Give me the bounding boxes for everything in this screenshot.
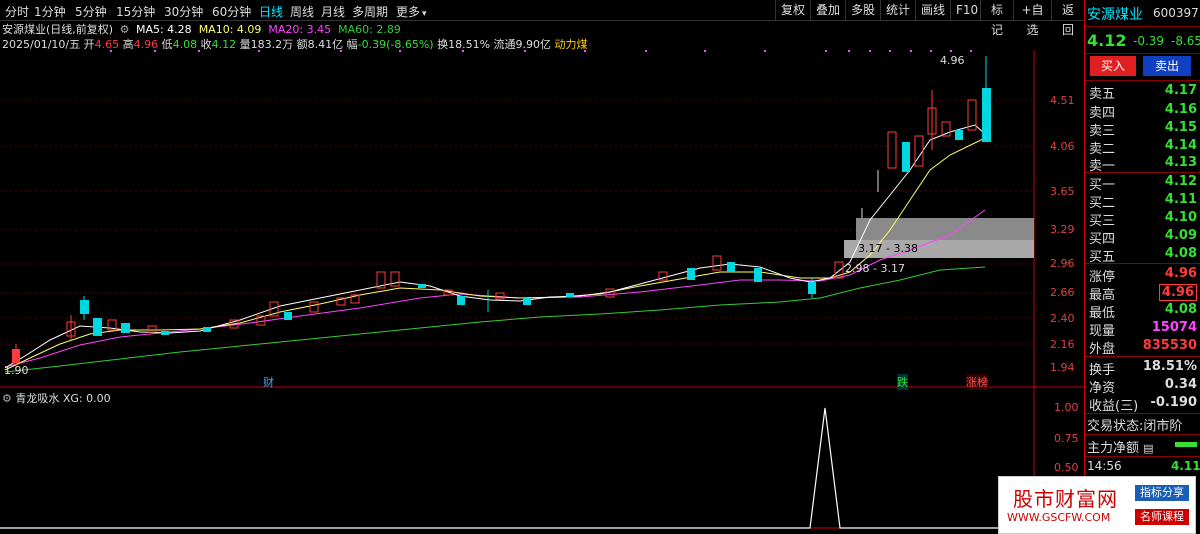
indicator-line (0, 407, 1034, 529)
chevron-down-icon: ▾ (422, 9, 427, 19)
tab-weekly[interactable]: 周线 (290, 3, 314, 20)
ad-tag-course[interactable]: 名师课程 (1135, 509, 1189, 525)
tag-die[interactable]: 跌 (897, 374, 908, 390)
buy-button[interactable]: 买入 (1090, 56, 1136, 76)
ad-url: WWW.GSCFW.COM (1007, 511, 1111, 524)
indicator-tick: 0.50 (1054, 461, 1079, 474)
kline-chart[interactable] (0, 50, 1084, 532)
tab-60min[interactable]: 60分钟 (212, 3, 251, 20)
ma10-line (4, 137, 986, 371)
stock-code: 600397 (1153, 6, 1199, 20)
tab-minute-realtime[interactable]: 分时 (5, 3, 29, 20)
indicator-tick: 0.75 (1054, 432, 1079, 445)
period-toolbar: 分时 1分钟 5分钟 15分钟 30分钟 60分钟 日线 周线 月线 多周期 更… (0, 0, 1084, 37)
tab-1min[interactable]: 1分钟 (34, 3, 66, 20)
button-multi-stock[interactable]: 多股 (845, 0, 880, 20)
button-add-watchlist[interactable]: +自选 (1013, 0, 1051, 37)
ma20-label: MA20: 3.45 (268, 23, 332, 36)
price-tick: 2.96 (1050, 257, 1075, 270)
indicator-value: XG: 0.00 (62, 392, 111, 405)
price-tick: 3.65 (1050, 185, 1075, 198)
gap1-label: 3.17 - 3.38 (858, 242, 918, 255)
stat-turnover: 换手 18.51% (1089, 359, 1197, 378)
button-adjust[interactable]: 复权 (775, 0, 810, 20)
tab-monthly[interactable]: 月线 (321, 3, 345, 20)
ad-tag-indicator[interactable]: 指标分享 (1135, 485, 1189, 501)
tag-cai[interactable]: 财 (263, 374, 274, 390)
gap2-label: 2.98 - 3.17 (845, 262, 905, 275)
price-tick: 2.66 (1050, 286, 1075, 299)
stock-name: 安源煤业 (1087, 7, 1143, 23)
settings-gear-icon[interactable]: ⚙ (2, 392, 12, 405)
ad-site-name: 股市财富网 (1013, 487, 1118, 511)
bid-row-5: 买五 4.08 (1089, 246, 1197, 265)
tab-15min[interactable]: 15分钟 (116, 3, 155, 20)
watermark-ad[interactable]: 股市财富网 指标分享 WWW.GSCFW.COM 名师课程 (998, 476, 1196, 534)
ma5-label: MA5: 4.28 (135, 23, 192, 36)
list-icon: ▤ (1143, 442, 1154, 455)
tab-multi-period[interactable]: 多周期 (352, 3, 388, 20)
tick-time: 14:56 (1087, 459, 1122, 473)
price-tick: 2.16 (1050, 338, 1075, 351)
main-net-bar (1175, 442, 1197, 447)
high-mark-label: 4.96 (940, 54, 965, 67)
stat-net-assets: 净资 0.34 (1089, 377, 1197, 396)
indicator-name[interactable]: 青龙吸水 (15, 392, 59, 405)
indicator-header: ⚙ 青龙吸水 XG: 0.00 (2, 390, 111, 406)
price-tick: 2.40 (1050, 312, 1075, 325)
stat-outer: 外盘 835530 (1089, 338, 1197, 357)
ask-row-4: 卖四 4.16 (1089, 102, 1197, 121)
tab-30min[interactable]: 30分钟 (164, 3, 203, 20)
price-tick: 4.51 (1050, 94, 1075, 107)
stat-limit-up: 涨停 4.96 (1089, 266, 1197, 285)
price-tick: 4.06 (1050, 140, 1075, 153)
stat-eps: 收益(三) -0.190 (1089, 395, 1197, 414)
signal-dots (110, 50, 972, 52)
price-tick: 1.94 (1050, 361, 1075, 374)
trade-status: 交易状态:闭市阶 (1087, 419, 1183, 434)
button-f10[interactable]: F10 (950, 0, 980, 20)
tick-price: 4.11 (1171, 459, 1200, 473)
bid-row-2: 买二 4.11 (1089, 192, 1197, 211)
button-back[interactable]: 返回 (1051, 0, 1084, 37)
bid-row-3: 买三 4.10 (1089, 210, 1197, 229)
bid-row-1: 买一 4.12 (1089, 174, 1197, 193)
ask-row-3: 卖三 4.15 (1089, 120, 1197, 139)
stock-title: 安源煤业(日线,前复权) (2, 23, 114, 36)
button-mark[interactable]: 标记 (980, 0, 1013, 37)
stat-high: 最高 4.96 (1087, 283, 1199, 303)
stat-low: 最低 4.08 (1089, 302, 1197, 321)
settings-gear-icon[interactable]: ⚙ (120, 23, 130, 36)
price-tick: 3.29 (1050, 223, 1075, 236)
quote-panel: 安源煤业 600397 4.12 -0.39 -8.65 买入 卖出 卖五 4.1… (1084, 0, 1200, 532)
ma60-label: MA60: 2.89 (338, 23, 401, 36)
change-abs: -0.39 (1133, 34, 1165, 48)
ask-row-5: 卖五 4.17 (1089, 83, 1197, 102)
tab-daily[interactable]: 日线 (259, 3, 283, 20)
stat-volume: 现量 15074 (1089, 320, 1197, 339)
tab-5min[interactable]: 5分钟 (75, 3, 107, 20)
button-overlay[interactable]: 叠加 (810, 0, 845, 20)
candles (12, 56, 991, 368)
ask-row-1: 卖一 4.13 (1089, 155, 1197, 174)
tab-more[interactable]: 更多 ▾ (396, 3, 427, 20)
change-pct: -8.65 (1171, 34, 1200, 48)
button-stats[interactable]: 统计 (880, 0, 915, 20)
bid-row-4: 买四 4.09 (1089, 228, 1197, 247)
ma60-line (4, 266, 986, 373)
ma20-line (4, 209, 986, 368)
low-mark-label: 1.90 (4, 364, 29, 377)
button-draw[interactable]: 画线 (915, 0, 950, 20)
tag-zhangbang[interactable]: 涨榜 (966, 374, 988, 390)
main-net-label[interactable]: 主力净额 ▤ (1087, 437, 1154, 456)
indicator-tick: 1.00 (1054, 401, 1079, 414)
ma10-label: MA10: 4.09 (198, 23, 262, 36)
chart-header-line1: 安源煤业(日线,前复权) ⚙ MA5: 4.28 MA10: 4.09 MA20… (2, 21, 401, 37)
last-price: 4.12 (1087, 31, 1127, 50)
sell-button[interactable]: 卖出 (1143, 56, 1191, 76)
